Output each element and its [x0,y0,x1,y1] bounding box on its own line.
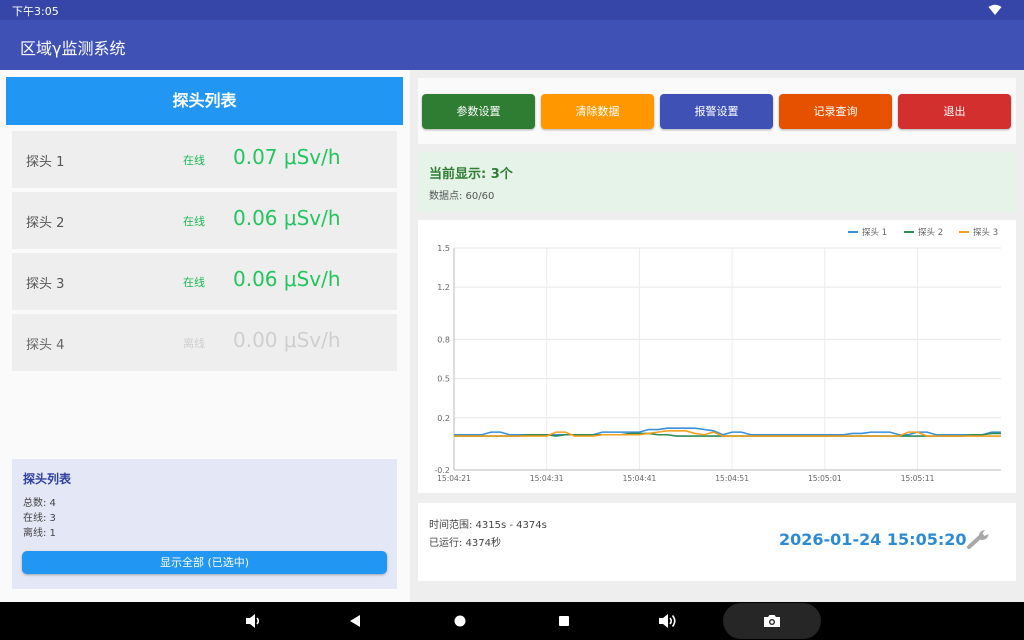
app-title: 区域γ监测系统 [20,39,126,58]
alarm-settings-button[interactable]: 报警设置 [660,94,773,129]
data-point-count: 数据点: 60/60 [429,191,495,202]
probe-dose-rate: 0.06 μSv/h [233,267,341,291]
time-range: 时间范围: 4315s - 4374s [429,520,547,531]
probe-dose-rate: 0.07 μSv/h [233,145,341,169]
toolbar: 参数设置 清除数据 报警设置 记录查询 退出 [418,78,1016,144]
probe-name: 探头 3 [26,277,65,292]
app-bar: 区域γ监测系统 [0,20,1024,70]
current-datetime: 2026-01-24 15:05:20 [779,530,967,549]
back-icon[interactable] [346,602,364,640]
wrench-icon[interactable] [966,528,992,550]
probe-row-3[interactable]: 探头 3 在线 0.06 μSv/h [12,253,397,310]
y-tick-label: 0.2 [437,414,450,423]
status-time: 下午3:05 [12,5,59,18]
x-tick-label: 15:05:11 [901,474,935,483]
camera-icon [764,615,780,627]
y-tick-label: 0.5 [437,375,450,384]
screenshot-button[interactable] [723,603,821,639]
display-count: 当前显示: 3个 [429,167,513,182]
clear-data-button[interactable]: 清除数据 [541,94,654,129]
probe-row-1[interactable]: 探头 1 在线 0.07 μSv/h [12,131,397,188]
summary-total: 总数: 4 [23,498,56,509]
x-tick-label: 15:04:21 [437,474,471,483]
probe-status: 在线 [183,215,205,228]
status-footer: 时间范围: 4315s - 4374s 已运行: 4374秒 2026-01-2… [418,503,1016,581]
record-query-button[interactable]: 记录查询 [779,94,892,129]
probe-dose-rate: 0.06 μSv/h [233,206,341,230]
legend-label: 探头 3 [973,227,998,238]
x-tick-label: 15:04:31 [530,474,564,483]
probe-name: 探头 2 [26,216,65,231]
probe-status: 离线 [183,337,205,350]
parameter-settings-button[interactable]: 参数设置 [422,94,535,129]
y-tick-label: 1.5 [437,244,450,253]
summary-online: 在线: 3 [23,513,56,524]
probe-status: 在线 [183,154,205,167]
volume-down-icon[interactable] [243,602,263,640]
main-panel: 参数设置 清除数据 报警设置 记录查询 退出 当前显示: 3个 数据点: 60/… [410,70,1024,602]
uptime: 已运行: 4374秒 [429,538,501,549]
status-bar: 下午3:05 [0,0,1024,20]
system-nav-bar [0,602,1024,640]
summary-offline: 离线: 1 [23,528,56,539]
probe-dose-rate: 0.00 μSv/h [233,328,341,352]
probe-summary: 探头列表 总数: 4 在线: 3 离线: 1 显示全部 (已选中) [12,459,397,589]
display-info: 当前显示: 3个 数据点: 60/60 [418,152,1016,212]
wifi-icon [988,4,1002,15]
probe-status: 在线 [183,276,205,289]
summary-title: 探头列表 [23,472,72,486]
home-icon[interactable] [451,602,469,640]
probe-list-header: 探头列表 [6,77,403,125]
probe-row-4[interactable]: 探头 4 离线 0.00 μSv/h [12,314,397,371]
x-tick-label: 15:04:51 [715,474,749,483]
y-tick-label: 1.2 [437,283,450,292]
exit-button[interactable]: 退出 [898,94,1011,129]
x-tick-label: 15:04:41 [623,474,657,483]
x-tick-label: 15:05:01 [808,474,842,483]
legend-label: 探头 2 [918,227,943,238]
legend-label: 探头 1 [862,227,887,238]
probe-row-2[interactable]: 探头 2 在线 0.06 μSv/h [12,192,397,249]
chart-canvas[interactable]: 1.51.20.80.50.2-0.215:04:21 15:04:31 15:04… [418,220,1016,493]
probe-name: 探头 4 [26,338,65,353]
series-line-1 [454,427,1001,436]
y-tick-label: 0.8 [437,335,450,344]
dose-rate-chart[interactable]: 1.5 1.2 0.8 0.5 0.2 -0.2 15:04:21 15:04:31 15:04… [418,220,1016,493]
volume-up-icon[interactable] [657,602,679,640]
probe-panel: 探头列表 探头 1 在线 0.07 μSv/h 探头 2 在线 0.06 μSv… [0,70,410,602]
recents-icon[interactable] [555,602,573,640]
show-all-button[interactable]: 显示全部 (已选中) [22,551,387,574]
probe-name: 探头 1 [26,155,65,170]
